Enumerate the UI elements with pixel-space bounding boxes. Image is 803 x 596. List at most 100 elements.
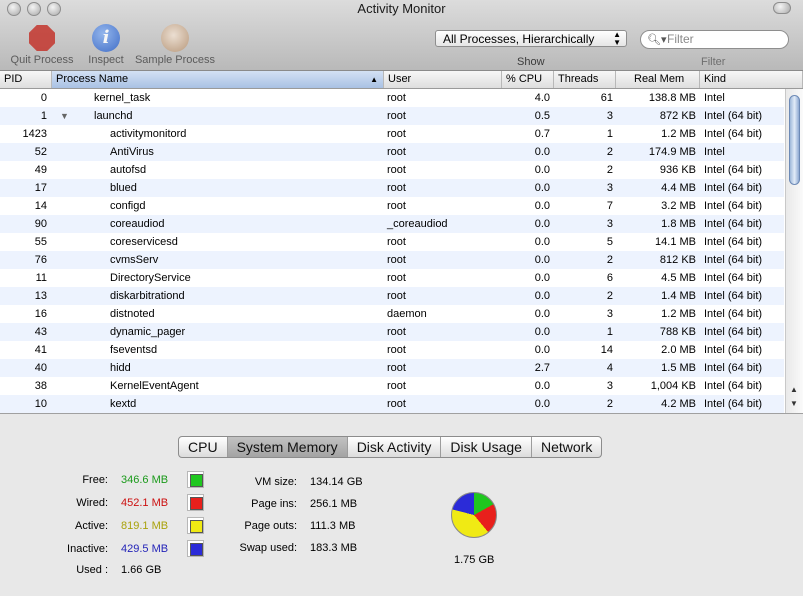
pid-cell: 0 [40, 92, 47, 104]
minimize-window-button[interactable] [27, 2, 41, 16]
real-mem-cell: 174.9 MB [648, 146, 696, 158]
inactive-value: 429.5 MB [121, 543, 169, 555]
kind-cell: Intel (64 bit) [704, 128, 763, 140]
table-row[interactable]: 1423 activitymonitord root 0.7 1 1.2 MB Intel … [0, 125, 784, 143]
scroll-up-arrow-icon[interactable]: ▲ [790, 385, 798, 394]
table-row[interactable]: 10 kextd root 0.0 2 4.2 MB Intel (64 bit) [0, 395, 784, 413]
threads-cell: 2 [606, 254, 613, 266]
scrollbar-thumb[interactable] [789, 95, 800, 185]
show-processes-select[interactable]: All Processes, Hierarchically ▲ ▼ [435, 30, 627, 47]
kind-cell: Intel (64 bit) [704, 290, 763, 302]
pid-cell: 13 [34, 290, 47, 302]
kind-cell: Intel (64 bit) [704, 308, 763, 320]
real-mem-cell: 1.8 MB [661, 218, 696, 230]
threads-cell: 3 [606, 110, 613, 122]
process-name-cell: autofsd [110, 164, 147, 176]
table-row[interactable]: 41 fseventsd root 0.0 14 2.0 MB Intel (64 bit) [0, 341, 784, 359]
table-row[interactable]: 40 hidd root 2.7 4 1.5 MB Intel (64 bit) [0, 359, 784, 377]
user-cell: root [387, 344, 406, 356]
table-row[interactable]: 11 DirectoryService root 0.0 6 4.5 MB Intel (6… [0, 269, 784, 287]
column-header-process-name[interactable]: Process Name ▲ [52, 71, 384, 88]
real-mem-cell: 4.2 MB [661, 398, 696, 410]
cpu-cell: 4.0 [534, 92, 550, 104]
table-row[interactable]: 1 ▼ launchd root 0.5 3 872 KB Intel (64 bit) [0, 107, 784, 125]
column-header-user[interactable]: User [384, 71, 502, 88]
threads-cell: 3 [606, 380, 613, 392]
disclosure-triangle-icon[interactable]: ▼ [60, 107, 69, 125]
real-mem-cell: 1.4 MB [661, 290, 696, 302]
threads-cell: 3 [606, 218, 613, 230]
filter-label: Filter [701, 56, 726, 68]
quit-process-button[interactable]: Quit Process [8, 24, 76, 66]
vertical-scrollbar[interactable]: ▲ ▼ [785, 89, 803, 413]
zoom-window-button[interactable] [47, 2, 61, 16]
table-row[interactable]: 49 autofsd root 0.0 2 936 KB Intel (64 bit) [0, 161, 784, 179]
used-value: 1.66 GB [121, 564, 162, 576]
stop-sign-icon [29, 25, 55, 51]
process-name-cell: configd [110, 200, 146, 212]
user-cell: root [387, 128, 406, 140]
kind-cell: Intel (64 bit) [704, 182, 763, 194]
filter-input[interactable]: 🔍︎▾ Filter [640, 30, 789, 49]
close-window-button[interactable] [7, 2, 21, 16]
threads-cell: 5 [606, 236, 613, 248]
process-name-cell: KernelEventAgent [110, 380, 199, 392]
memory-pie-chart [451, 492, 497, 538]
tab-disk-activity[interactable]: Disk Activity [348, 437, 442, 457]
show-processes-value: All Processes, Hierarchically [443, 32, 595, 46]
tab-disk-usage[interactable]: Disk Usage [441, 437, 532, 457]
column-header-cpu[interactable]: % CPU [502, 71, 554, 88]
real-mem-cell: 936 KB [659, 164, 696, 176]
pid-cell: 1423 [22, 128, 47, 140]
threads-cell: 2 [606, 146, 613, 158]
user-cell: root [387, 236, 406, 248]
table-row[interactable]: 55 coreservicesd root 0.0 5 14.1 MB Intel (64 … [0, 233, 784, 251]
threads-cell: 1 [606, 326, 613, 338]
inspect-button[interactable]: i Inspect [84, 24, 128, 66]
pid-cell: 40 [34, 362, 47, 374]
column-header-kind[interactable]: Kind [700, 71, 803, 88]
table-row[interactable]: 14 configd root 0.0 7 3.2 MB Intel (64 bit) [0, 197, 784, 215]
table-row[interactable]: 43 dynamic_pager root 0.0 1 788 KB Intel (64 b… [0, 323, 784, 341]
real-mem-cell: 1,004 KB [650, 380, 696, 392]
inactive-label: Inactive: [67, 543, 108, 555]
table-row[interactable]: 16 distnoted daemon 0.0 3 1.2 MB Intel (64 bit… [0, 305, 784, 323]
cpu-cell: 0.0 [534, 398, 550, 410]
quit-process-label: Quit Process [10, 54, 74, 66]
process-name-cell: hidd [110, 362, 131, 374]
table-row[interactable]: 52 AntiVirus root 0.0 2 174.9 MB Intel [0, 143, 784, 161]
column-header-threads[interactable]: Threads [554, 71, 616, 88]
process-name-cell: blued [110, 182, 137, 194]
column-header-real-mem[interactable]: Real Mem [616, 71, 700, 88]
user-cell: root [387, 146, 406, 158]
process-table: PID Process Name ▲ User % CPU Threads Re… [0, 71, 803, 413]
real-mem-cell: 4.5 MB [661, 272, 696, 284]
process-name-cell: kextd [110, 398, 137, 410]
table-row[interactable]: 13 diskarbitrationd root 0.0 2 1.4 MB Intel (6… [0, 287, 784, 305]
pid-cell: 16 [34, 308, 47, 320]
table-row[interactable]: 90 coreaudiod _coreaudiod 0.0 3 1.8 MB Intel (… [0, 215, 784, 233]
table-row[interactable]: 38 KernelEventAgent root 0.0 3 1,004 KB Intel … [0, 377, 784, 395]
info-icon: i [92, 24, 120, 52]
sample-process-button[interactable]: Sample Process [133, 24, 217, 66]
tab-cpu[interactable]: CPU [179, 437, 228, 457]
user-cell: root [387, 380, 406, 392]
active-label: Active: [74, 520, 108, 532]
scroll-down-arrow-icon[interactable]: ▼ [790, 399, 798, 408]
user-cell: root [387, 398, 406, 410]
table-row[interactable]: 76 cvmsServ root 0.0 2 812 KB Intel (64 bit) [0, 251, 784, 269]
table-row[interactable]: 17 blued root 0.0 3 4.4 MB Intel (64 bit) [0, 179, 784, 197]
process-name-cell: launchd [94, 110, 133, 122]
toolbar-toggle-button[interactable] [773, 2, 791, 14]
tab-system-memory[interactable]: System Memory [227, 437, 348, 457]
kind-cell: Intel [704, 92, 725, 104]
active-value: 819.1 MB [121, 520, 169, 532]
cpu-cell: 0.0 [534, 218, 550, 230]
threads-cell: 14 [600, 344, 613, 356]
tab-network[interactable]: Network [532, 437, 601, 457]
table-row[interactable]: 0 kernel_task root 4.0 61 138.8 MB Intel [0, 89, 784, 107]
kind-cell: Intel (64 bit) [704, 236, 763, 248]
column-header-pid[interactable]: PID [0, 71, 52, 88]
real-mem-cell: 788 KB [659, 326, 696, 338]
user-cell: root [387, 182, 406, 194]
